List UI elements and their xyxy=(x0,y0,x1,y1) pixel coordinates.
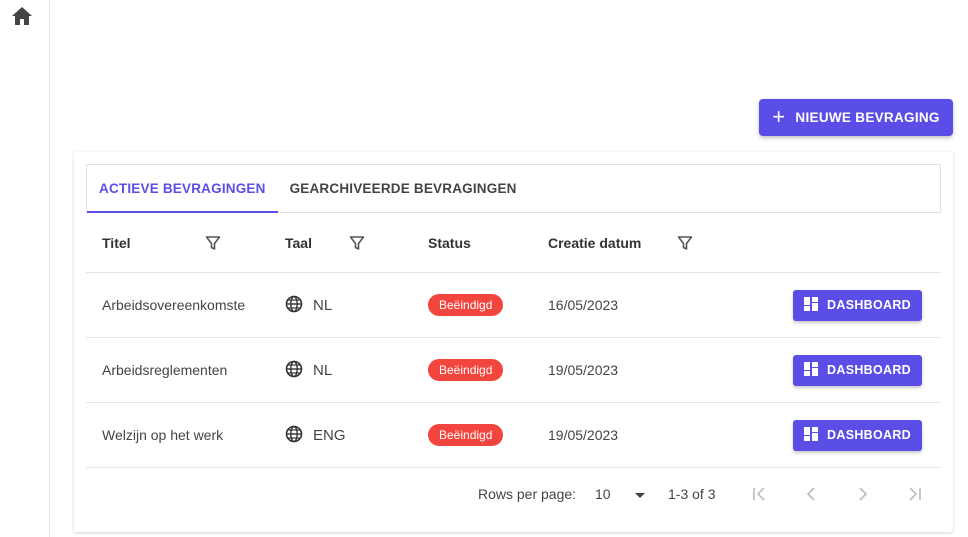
table-row: Arbeidsreglementen NL Beëindigd 19/05/20… xyxy=(86,338,941,403)
rows-per-page-select[interactable]: 10 xyxy=(595,468,645,520)
row-title: Arbeidsovereenkomste xyxy=(102,297,246,313)
filter-icon[interactable] xyxy=(205,235,221,251)
filter-icon[interactable] xyxy=(349,235,365,251)
table-row: Welzijn op het werk ENG Beëindigd 19/05/… xyxy=(86,403,941,468)
chevron-down-icon xyxy=(634,486,645,502)
row-language: NL xyxy=(285,338,332,402)
rows-per-page-value: 10 xyxy=(595,486,611,502)
table-header-row: Titel Taal Status Creatie datum xyxy=(86,213,941,273)
plus-icon: + xyxy=(772,103,786,129)
status-badge: Beëindigd xyxy=(428,423,504,447)
tab-bar: ACTIEVE BEVRAGINGEN GEARCHIVEERDE BEVRAG… xyxy=(86,164,941,213)
column-header-status[interactable]: Status xyxy=(428,213,471,272)
pagination-range: 1-3 of 3 xyxy=(668,486,716,502)
language-code: NL xyxy=(313,361,333,379)
row-status: Beëindigd xyxy=(428,403,504,467)
row-status: Beëindigd xyxy=(428,338,504,402)
new-survey-button[interactable]: + NIEUWE BEVRAGING xyxy=(759,99,953,136)
dashboard-button[interactable]: DASHBOARD xyxy=(793,289,922,321)
globe-icon xyxy=(285,425,303,446)
status-badge: Beëindigd xyxy=(428,358,504,382)
surveys-card: ACTIEVE BEVRAGINGEN GEARCHIVEERDE BEVRAG… xyxy=(74,152,953,532)
language-code: NL xyxy=(313,296,333,314)
language-code: ENG xyxy=(313,426,346,444)
row-status: Beëindigd xyxy=(428,273,504,337)
dashboard-button[interactable]: DASHBOARD xyxy=(793,354,922,386)
row-action: DASHBOARD xyxy=(793,273,922,337)
next-page-icon[interactable] xyxy=(851,468,875,520)
row-action: DASHBOARD xyxy=(793,338,922,402)
dashboard-icon xyxy=(804,426,819,444)
dashboard-icon xyxy=(804,361,819,379)
surveys-table: Titel Taal Status Creatie datum Arbeidso… xyxy=(86,213,941,468)
dashboard-label: DASHBOARD xyxy=(827,363,911,377)
tab-label: GEARCHIVEERDE BEVRAGINGEN xyxy=(289,181,517,196)
row-title: Welzijn op het werk xyxy=(102,427,224,443)
row-date: 16/05/2023 xyxy=(548,297,619,313)
home-icon[interactable] xyxy=(11,6,33,26)
dashboard-icon xyxy=(804,296,819,314)
pagination: Rows per page: 10 1-3 of 3 xyxy=(86,468,941,520)
tab-archived-surveys[interactable]: GEARCHIVEERDE BEVRAGINGEN xyxy=(278,165,529,212)
status-badge: Beëindigd xyxy=(428,293,504,317)
column-header-date[interactable]: Creatie datum xyxy=(548,213,641,272)
first-page-icon[interactable] xyxy=(748,468,772,520)
tab-active-surveys[interactable]: ACTIEVE BEVRAGINGEN xyxy=(87,165,278,213)
globe-icon xyxy=(285,295,303,316)
dashboard-label: DASHBOARD xyxy=(827,298,911,312)
row-date: 19/05/2023 xyxy=(548,427,619,443)
previous-page-icon[interactable] xyxy=(799,468,823,520)
row-language: NL xyxy=(285,273,332,337)
globe-icon xyxy=(285,360,303,381)
column-header-title[interactable]: Titel xyxy=(102,213,131,272)
row-language: ENG xyxy=(285,403,346,467)
row-date: 19/05/2023 xyxy=(548,362,619,378)
filter-icon[interactable] xyxy=(677,235,693,251)
table-row: Arbeidsovereenkomste NL Beëindigd 16/05/… xyxy=(86,273,941,338)
last-page-icon[interactable] xyxy=(902,468,926,520)
row-action: DASHBOARD xyxy=(793,403,922,467)
dashboard-label: DASHBOARD xyxy=(827,428,911,442)
dashboard-button[interactable]: DASHBOARD xyxy=(793,419,922,451)
new-survey-label: NIEUWE BEVRAGING xyxy=(795,110,940,125)
column-header-lang[interactable]: Taal xyxy=(285,213,312,272)
row-title: Arbeidsreglementen xyxy=(102,362,228,378)
sidebar xyxy=(0,0,50,537)
tab-label: ACTIEVE BEVRAGINGEN xyxy=(99,181,266,196)
rows-per-page-label: Rows per page: xyxy=(478,486,577,502)
